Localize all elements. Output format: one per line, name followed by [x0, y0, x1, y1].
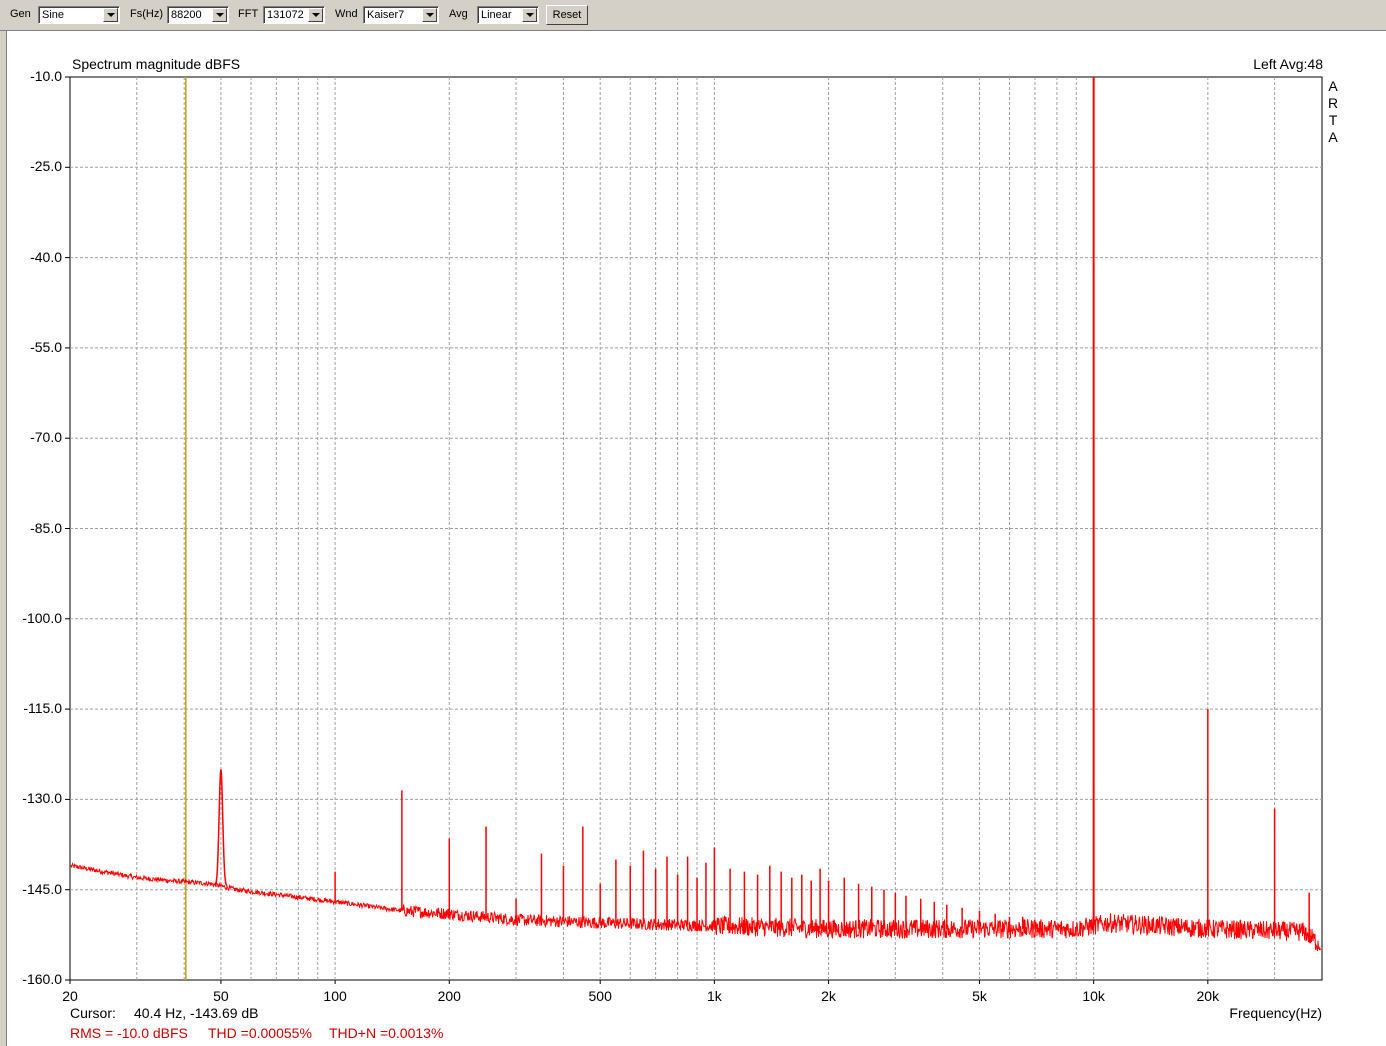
y-tick-label: -10.0 [30, 68, 62, 84]
brand-letter: R [1327, 95, 1339, 111]
wnd-value: Kaiser7 [367, 9, 405, 21]
rms-readout: RMS = -10.0 dBFS [70, 1025, 188, 1041]
gen-select[interactable]: Sine [38, 6, 120, 24]
spectrum-chart[interactable] [7, 31, 1386, 1046]
plot-area[interactable]: -10.0 -25.0 -40.0 -55.0 -70.0 -85.0 -100.0 -115… [6, 31, 1386, 1046]
arta-brand: ARTA [1327, 78, 1339, 146]
thdn-readout: THD+N =0.0013% [329, 1025, 444, 1041]
x-tick-label: 5k [972, 988, 987, 1004]
x-tick-label: 2k [821, 988, 836, 1004]
chevron-down-icon[interactable] [308, 8, 323, 22]
chevron-down-icon[interactable] [422, 8, 437, 22]
avg-select[interactable]: Linear [477, 6, 539, 24]
brand-letter: A [1328, 78, 1338, 94]
chevron-down-icon[interactable] [212, 8, 227, 22]
y-tick-label: -85.0 [30, 519, 62, 536]
chevron-down-icon[interactable] [522, 8, 537, 22]
fft-value: 131072 [267, 9, 304, 21]
reset-button[interactable]: Reset [546, 5, 588, 25]
brand-letter: A [1328, 129, 1338, 145]
brand-letter: T [1328, 112, 1338, 128]
x-tick-label: 20 [62, 988, 78, 1004]
y-tick-label: -115.0 [23, 700, 62, 717]
cursor-label: Cursor: [70, 1005, 116, 1021]
x-axis-label: Frequency(Hz) [1229, 1005, 1322, 1021]
chevron-down-icon[interactable] [103, 8, 118, 22]
noise-floor-series [70, 862, 1321, 952]
x-tick-label: 200 [437, 988, 461, 1004]
wnd-select[interactable]: Kaiser7 [363, 6, 439, 24]
y-tick-label: -70.0 [30, 429, 62, 446]
toolbar: Gen Sine Fs(Hz) 88200 FFT 131072 Wnd Kai… [0, 0, 1386, 31]
y-tick-label: -160.0 [22, 971, 62, 987]
fs-select[interactable]: 88200 [167, 6, 229, 24]
wnd-label: Wnd [335, 8, 358, 20]
gen-value: Sine [42, 9, 65, 21]
fft-label: FFT [238, 8, 259, 20]
fs-label: Fs(Hz) [130, 8, 163, 20]
x-tick-label: 500 [588, 988, 612, 1004]
channel-info: Left Avg:48 [1253, 56, 1323, 72]
fs-value: 88200 [171, 9, 202, 21]
fft-select[interactable]: 131072 [263, 6, 325, 24]
cursor-value: 40.4 Hz, -143.69 dB [134, 1005, 259, 1021]
x-tick-label: 50 [213, 988, 229, 1004]
gen-label: Gen [10, 8, 31, 20]
x-tick-label: 100 [323, 988, 347, 1004]
x-tick-label: 1k [706, 988, 722, 1004]
y-tick-label: -40.0 [30, 248, 62, 265]
y-tick-label: -145.0 [22, 880, 62, 897]
y-tick-label: -130.0 [22, 790, 62, 807]
avg-value: Linear [481, 9, 512, 21]
y-tick-label: -55.0 [30, 338, 62, 355]
y-tick-label: -100.0 [22, 609, 62, 626]
thd-readout: THD =0.00055% [208, 1025, 312, 1041]
avg-label: Avg [449, 8, 468, 20]
x-tick-label: 10k [1082, 988, 1105, 1004]
x-tick-label: 20k [1196, 988, 1220, 1004]
y-tick-label: -25.0 [30, 158, 62, 175]
chart-title: Spectrum magnitude dBFS [72, 56, 241, 72]
